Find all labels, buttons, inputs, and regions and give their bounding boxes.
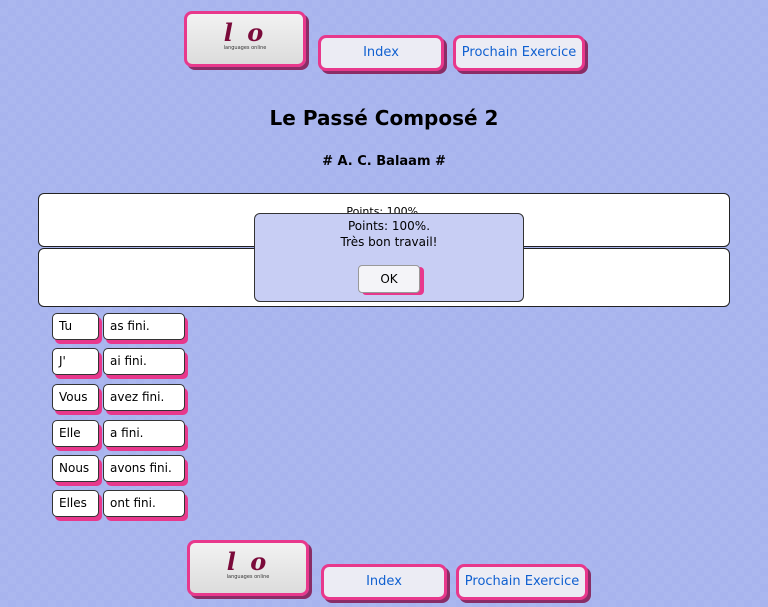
subject-card-4[interactable]: Elle [52,420,99,447]
ok-button[interactable]: OK [358,265,420,293]
subject-card-5[interactable]: Nous [52,455,99,482]
verb-card-2[interactable]: ai fini. [103,348,185,375]
index-button-top[interactable]: Index [318,35,444,71]
subject-card-3[interactable]: Vous [52,384,99,411]
logo-tagline: languages online [223,45,267,51]
logo-mark: l o [226,547,270,576]
logo-tagline: languages online [226,574,270,580]
subject-card-6[interactable]: Elles [52,490,99,517]
verb-card-3[interactable]: avez fini. [103,384,185,411]
page-title: Le Passé Composé 2 [269,106,499,130]
verb-card-4[interactable]: a fini. [103,420,185,447]
next-exercise-button-top[interactable]: Prochain Exercice [453,35,585,71]
verb-card-5[interactable]: avons fini. [103,455,185,482]
feedback-dialog: Points: 100%. Très bon travail! OK [254,213,524,302]
logo-mark: l o [223,18,267,47]
logo-bottom[interactable]: l o languages online [187,540,309,596]
subject-card-1[interactable]: Tu [52,313,99,340]
next-exercise-button-bottom[interactable]: Prochain Exercice [456,564,588,600]
index-button-bottom[interactable]: Index [321,564,447,600]
dialog-score: Points: 100%. [347,219,431,233]
logo-top[interactable]: l o languages online [184,11,306,67]
verb-card-1[interactable]: as fini. [103,313,185,340]
dialog-message: Très bon travail! [340,235,438,249]
page-author: # A. C. Balaam # [322,154,446,169]
subject-card-2[interactable]: J' [52,348,99,375]
verb-card-6[interactable]: ont fini. [103,490,185,517]
